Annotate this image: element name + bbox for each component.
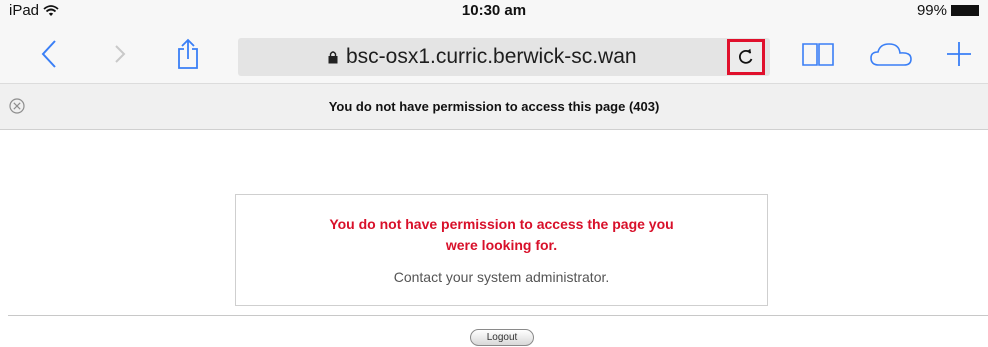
share-icon (178, 38, 198, 69)
error-heading-line-1: You do not have permission to access the… (329, 216, 674, 232)
chevron-right-icon (115, 45, 126, 63)
chevron-left-icon (41, 40, 56, 68)
share-button[interactable] (172, 36, 204, 72)
url-text[interactable]: bsc-osx1.curric.berwick-sc.wan (346, 45, 637, 69)
bookmarks-button[interactable] (800, 36, 836, 72)
battery-icon (951, 5, 979, 16)
logout-button[interactable]: Logout (470, 329, 534, 346)
error-message-box: You do not have permission to access the… (235, 194, 768, 306)
icloud-tabs-button[interactable] (868, 36, 914, 72)
battery-percent: 99% (916, 2, 947, 19)
status-bar: iPad 10:30 am 99% (0, 0, 988, 28)
forward-button[interactable] (107, 36, 133, 72)
back-button[interactable] (34, 36, 64, 72)
error-subtext: Contact your system administrator. (393, 269, 610, 285)
browser-toolbar: bsc-osx1.curric.berwick-sc.wan (0, 28, 988, 83)
book-icon (802, 43, 834, 66)
plus-icon (947, 42, 971, 66)
lock-icon (328, 51, 338, 64)
cloud-icon (870, 43, 912, 66)
error-heading-line-2: were looking for. (445, 237, 558, 253)
tab-bar: You do not have permission to access thi… (0, 83, 988, 130)
new-tab-button[interactable] (944, 36, 974, 72)
divider (8, 315, 988, 316)
error-heading: You do not have permission to access the… (236, 214, 767, 256)
address-bar[interactable]: bsc-osx1.curric.berwick-sc.wan (238, 38, 770, 76)
reload-button[interactable] (727, 39, 765, 75)
status-time: 10:30 am (461, 2, 527, 19)
reload-icon (739, 48, 753, 64)
status-right: 99% (917, 2, 979, 19)
address-bar-content: bsc-osx1.curric.berwick-sc.wan (328, 38, 637, 76)
tab-title[interactable]: You do not have permission to access thi… (0, 99, 988, 114)
